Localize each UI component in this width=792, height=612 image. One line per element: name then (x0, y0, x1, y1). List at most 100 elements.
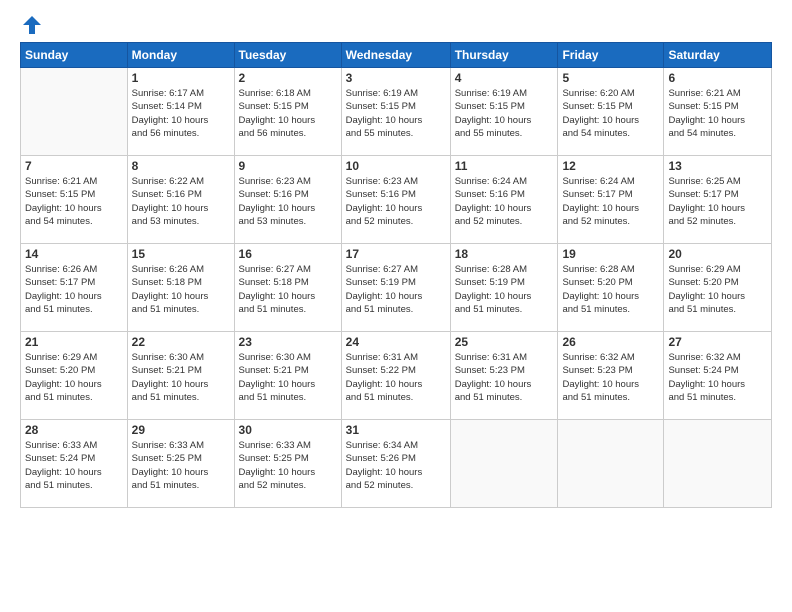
calendar-cell: 27 Sunrise: 6:32 AM Sunset: 5:24 PM Dayli… (664, 332, 772, 420)
day-info: Sunrise: 6:30 AM Sunset: 5:21 PM Dayligh… (132, 351, 230, 404)
calendar-cell: 20 Sunrise: 6:29 AM Sunset: 5:20 PM Dayli… (664, 244, 772, 332)
weekday-header: Saturday (664, 43, 772, 68)
day-info: Sunrise: 6:29 AM Sunset: 5:20 PM Dayligh… (668, 263, 767, 316)
day-number: 12 (562, 159, 659, 173)
day-number: 22 (132, 335, 230, 349)
calendar-cell: 25Sunrise: 6:31 AM Sunset: 5:23 PM Dayli… (450, 332, 558, 420)
day-info: Sunrise: 6:27 AM Sunset: 5:19 PM Dayligh… (346, 263, 446, 316)
calendar-cell: 7 Sunrise: 6:21 AM Sunset: 5:15 PM Daylig… (21, 156, 128, 244)
day-number: 29 (132, 423, 230, 437)
calendar-cell: 2Sunrise: 6:18 AM Sunset: 5:15 PM Daylig… (234, 68, 341, 156)
calendar-week-row: 28 Sunrise: 6:33 AM Sunset: 5:24 PM Dayli… (21, 420, 772, 508)
calendar-cell: 29 Sunrise: 6:33 AM Sunset: 5:25 PM Dayli… (127, 420, 234, 508)
calendar-cell: 15 Sunrise: 6:26 AM Sunset: 5:18 PM Dayli… (127, 244, 234, 332)
day-info: Sunrise: 6:33 AM Sunset: 5:25 PM Dayligh… (132, 439, 230, 492)
calendar-cell (664, 420, 772, 508)
calendar-cell: 16Sunrise: 6:27 AM Sunset: 5:18 PM Dayli… (234, 244, 341, 332)
day-info: Sunrise: 6:20 AM Sunset: 5:15 PM Dayligh… (562, 87, 659, 140)
day-number: 6 (668, 71, 767, 85)
weekday-header: Monday (127, 43, 234, 68)
calendar-week-row: 1 Sunrise: 6:17 AM Sunset: 5:14 PM Daylig… (21, 68, 772, 156)
day-number: 13 (668, 159, 767, 173)
calendar-week-row: 21Sunrise: 6:29 AM Sunset: 5:20 PM Dayli… (21, 332, 772, 420)
day-info: Sunrise: 6:34 AM Sunset: 5:26 PM Dayligh… (346, 439, 446, 492)
day-info: Sunrise: 6:17 AM Sunset: 5:14 PM Dayligh… (132, 87, 230, 140)
day-number: 23 (239, 335, 337, 349)
calendar-cell: 9 Sunrise: 6:23 AM Sunset: 5:16 PM Daylig… (234, 156, 341, 244)
day-info: Sunrise: 6:23 AM Sunset: 5:16 PM Dayligh… (239, 175, 337, 228)
day-info: Sunrise: 6:29 AM Sunset: 5:20 PM Dayligh… (25, 351, 123, 404)
day-info: Sunrise: 6:30 AM Sunset: 5:21 PM Dayligh… (239, 351, 337, 404)
calendar-cell (450, 420, 558, 508)
calendar-cell: 3 Sunrise: 6:19 AM Sunset: 5:15 PM Daylig… (341, 68, 450, 156)
calendar-cell: 28 Sunrise: 6:33 AM Sunset: 5:24 PM Dayli… (21, 420, 128, 508)
calendar-cell: 6 Sunrise: 6:21 AM Sunset: 5:15 PM Daylig… (664, 68, 772, 156)
weekday-header: Wednesday (341, 43, 450, 68)
calendar-cell: 24 Sunrise: 6:31 AM Sunset: 5:22 PM Dayli… (341, 332, 450, 420)
day-info: Sunrise: 6:33 AM Sunset: 5:24 PM Dayligh… (25, 439, 123, 492)
day-info: Sunrise: 6:26 AM Sunset: 5:18 PM Dayligh… (132, 263, 230, 316)
day-number: 9 (239, 159, 337, 173)
calendar-cell: 21Sunrise: 6:29 AM Sunset: 5:20 PM Dayli… (21, 332, 128, 420)
calendar-cell: 10 Sunrise: 6:23 AM Sunset: 5:16 PM Dayli… (341, 156, 450, 244)
day-number: 26 (562, 335, 659, 349)
day-number: 1 (132, 71, 230, 85)
day-info: Sunrise: 6:21 AM Sunset: 5:15 PM Dayligh… (25, 175, 123, 228)
day-info: Sunrise: 6:23 AM Sunset: 5:16 PM Dayligh… (346, 175, 446, 228)
calendar-cell: 23 Sunrise: 6:30 AM Sunset: 5:21 PM Dayli… (234, 332, 341, 420)
day-number: 16 (239, 247, 337, 261)
day-info: Sunrise: 6:24 AM Sunset: 5:16 PM Dayligh… (455, 175, 554, 228)
calendar-week-row: 7 Sunrise: 6:21 AM Sunset: 5:15 PM Daylig… (21, 156, 772, 244)
day-number: 10 (346, 159, 446, 173)
calendar-cell: 26Sunrise: 6:32 AM Sunset: 5:23 PM Dayli… (558, 332, 664, 420)
calendar-cell: 30 Sunrise: 6:33 AM Sunset: 5:25 PM Dayli… (234, 420, 341, 508)
day-number: 3 (346, 71, 446, 85)
calendar-cell: 12 Sunrise: 6:24 AM Sunset: 5:17 PM Dayli… (558, 156, 664, 244)
calendar-cell: 5Sunrise: 6:20 AM Sunset: 5:15 PM Daylig… (558, 68, 664, 156)
calendar-cell: 13 Sunrise: 6:25 AM Sunset: 5:17 PM Dayli… (664, 156, 772, 244)
calendar-cell (21, 68, 128, 156)
day-info: Sunrise: 6:31 AM Sunset: 5:22 PM Dayligh… (346, 351, 446, 404)
day-info: Sunrise: 6:28 AM Sunset: 5:19 PM Dayligh… (455, 263, 554, 316)
day-info: Sunrise: 6:31 AM Sunset: 5:23 PM Dayligh… (455, 351, 554, 404)
day-number: 30 (239, 423, 337, 437)
calendar-cell: 31 Sunrise: 6:34 AM Sunset: 5:26 PM Dayli… (341, 420, 450, 508)
calendar-week-row: 14Sunrise: 6:26 AM Sunset: 5:17 PM Dayli… (21, 244, 772, 332)
calendar-header-row: SundayMondayTuesdayWednesdayThursdayFrid… (21, 43, 772, 68)
day-number: 24 (346, 335, 446, 349)
day-number: 15 (132, 247, 230, 261)
page: SundayMondayTuesdayWednesdayThursdayFrid… (0, 0, 792, 612)
weekday-header: Thursday (450, 43, 558, 68)
weekday-header: Friday (558, 43, 664, 68)
day-number: 7 (25, 159, 123, 173)
logo-icon (21, 14, 43, 36)
day-number: 28 (25, 423, 123, 437)
calendar-cell (558, 420, 664, 508)
header (20, 16, 772, 32)
day-info: Sunrise: 6:26 AM Sunset: 5:17 PM Dayligh… (25, 263, 123, 316)
day-info: Sunrise: 6:28 AM Sunset: 5:20 PM Dayligh… (562, 263, 659, 316)
day-number: 4 (455, 71, 554, 85)
calendar-cell: 18 Sunrise: 6:28 AM Sunset: 5:19 PM Dayli… (450, 244, 558, 332)
day-info: Sunrise: 6:32 AM Sunset: 5:24 PM Dayligh… (668, 351, 767, 404)
day-number: 18 (455, 247, 554, 261)
day-number: 20 (668, 247, 767, 261)
day-info: Sunrise: 6:33 AM Sunset: 5:25 PM Dayligh… (239, 439, 337, 492)
day-number: 31 (346, 423, 446, 437)
day-info: Sunrise: 6:25 AM Sunset: 5:17 PM Dayligh… (668, 175, 767, 228)
weekday-header: Sunday (21, 43, 128, 68)
calendar-cell: 14Sunrise: 6:26 AM Sunset: 5:17 PM Dayli… (21, 244, 128, 332)
day-info: Sunrise: 6:24 AM Sunset: 5:17 PM Dayligh… (562, 175, 659, 228)
calendar-cell: 22 Sunrise: 6:30 AM Sunset: 5:21 PM Dayli… (127, 332, 234, 420)
day-info: Sunrise: 6:21 AM Sunset: 5:15 PM Dayligh… (668, 87, 767, 140)
day-number: 17 (346, 247, 446, 261)
day-info: Sunrise: 6:19 AM Sunset: 5:15 PM Dayligh… (346, 87, 446, 140)
day-info: Sunrise: 6:22 AM Sunset: 5:16 PM Dayligh… (132, 175, 230, 228)
weekday-header: Tuesday (234, 43, 341, 68)
calendar-cell: 11Sunrise: 6:24 AM Sunset: 5:16 PM Dayli… (450, 156, 558, 244)
day-number: 27 (668, 335, 767, 349)
day-info: Sunrise: 6:18 AM Sunset: 5:15 PM Dayligh… (239, 87, 337, 140)
calendar-cell: 8Sunrise: 6:22 AM Sunset: 5:16 PM Daylig… (127, 156, 234, 244)
day-number: 19 (562, 247, 659, 261)
day-info: Sunrise: 6:19 AM Sunset: 5:15 PM Dayligh… (455, 87, 554, 140)
